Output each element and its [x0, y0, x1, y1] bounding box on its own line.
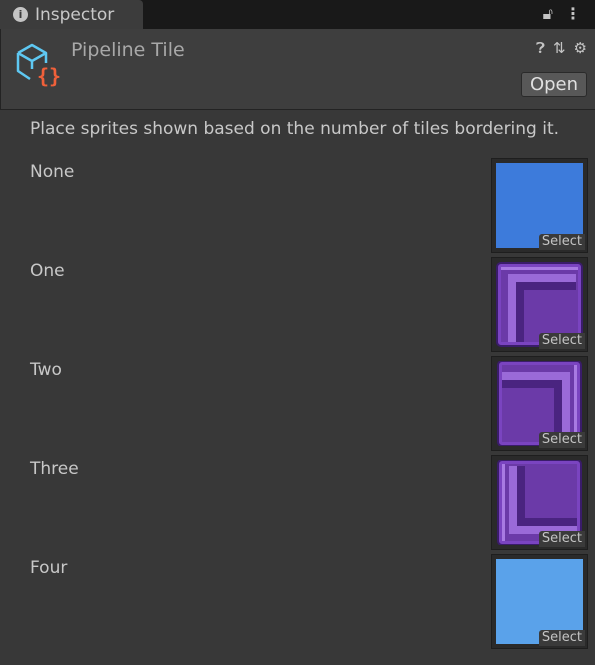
kebab-menu-icon[interactable]: ⋮	[565, 4, 581, 24]
sprite-field[interactable]: Select	[491, 356, 588, 451]
row-label: Two	[30, 360, 62, 380]
preset-icon[interactable]: ⇅	[553, 39, 566, 57]
help-icon[interactable]: ❓︎	[536, 39, 545, 57]
tab-bar: i Inspector 🔓︎ ⋮	[0, 0, 595, 29]
lock-icon[interactable]: 🔓︎	[543, 4, 553, 24]
sprite-field[interactable]: Select	[491, 455, 588, 550]
sprite-field[interactable]: Select	[491, 158, 588, 253]
tab-inspector[interactable]: i Inspector	[0, 0, 143, 29]
asset-title: Pipeline Tile	[71, 39, 185, 61]
select-button[interactable]: Select	[538, 630, 585, 646]
sprite-row: Four Select	[0, 554, 595, 650]
row-label: Four	[30, 558, 68, 578]
sprite-row: Three Select	[0, 455, 595, 551]
sprite-field[interactable]: Select	[491, 554, 588, 649]
select-button[interactable]: Select	[538, 432, 585, 448]
script-asset-icon: {}	[16, 43, 60, 87]
sprite-row: Two Select	[0, 356, 595, 452]
select-button[interactable]: Select	[538, 234, 585, 250]
tab-label: Inspector	[35, 4, 115, 25]
description: Place sprites shown based on the number …	[30, 119, 560, 139]
info-icon: i	[13, 7, 28, 22]
open-button[interactable]: Open	[521, 72, 587, 97]
row-label: One	[30, 261, 65, 281]
row-label: Three	[30, 459, 79, 479]
sprite-field[interactable]: Select	[491, 257, 588, 352]
inspector-header: {} Pipeline Tile ❓︎ ⇅ ⚙ Open	[0, 29, 595, 110]
gear-icon[interactable]: ⚙	[574, 39, 587, 57]
sprite-row: One Select	[0, 257, 595, 353]
svg-text:{}: {}	[37, 64, 60, 87]
select-button[interactable]: Select	[538, 531, 585, 547]
row-label: None	[30, 162, 75, 182]
select-button[interactable]: Select	[538, 333, 585, 349]
sprite-row: None Select	[0, 158, 595, 254]
